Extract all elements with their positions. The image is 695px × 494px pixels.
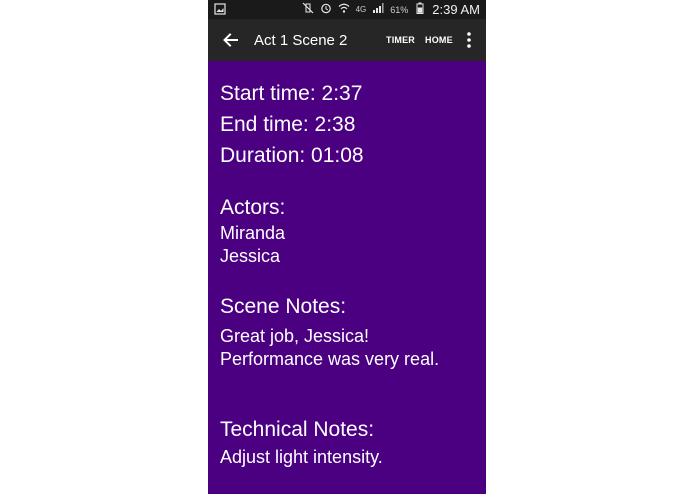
- clock: 2:39 AM: [432, 2, 480, 17]
- actor-item: Miranda: [220, 223, 286, 243]
- scene-notes-heading: Scene Notes:: [220, 295, 347, 318]
- page-title: Act 1 Scene 2: [254, 32, 348, 49]
- overflow-menu-icon[interactable]: [465, 31, 473, 49]
- wifi-icon: [338, 2, 350, 17]
- start-time: Start time: 2:37: [220, 82, 363, 105]
- battery-percent: 61%: [390, 4, 409, 15]
- scene-notes-line: Great job, Jessica!: [220, 326, 370, 346]
- status-bar: 4G 61% 2:39 AM: [208, 0, 486, 19]
- app-bar: Act 1 Scene 2 TIMER HOME: [208, 19, 486, 61]
- scene-details: Start time: 2:37 End time: 2:38 Duration…: [220, 78, 439, 469]
- technical-notes-heading: Technical Notes:: [220, 418, 375, 441]
- technical-notes-line: Adjust light intensity.: [220, 447, 383, 467]
- phone-screen: 4G 61% 2:39 AM Act 1 Scene 2 TIMER HOME …: [208, 0, 486, 494]
- home-button[interactable]: HOME: [425, 35, 453, 45]
- network-type-label: 4G: [355, 5, 367, 14]
- image-notification-icon: [214, 3, 226, 18]
- actor-item: Jessica: [220, 246, 281, 266]
- actors-heading: Actors:: [220, 196, 286, 219]
- timer-button[interactable]: TIMER: [386, 35, 415, 45]
- battery-icon: [414, 2, 426, 17]
- scene-notes-line: Performance was very real.: [220, 349, 440, 369]
- alarm-icon: [320, 2, 332, 17]
- back-arrow-icon[interactable]: [220, 29, 242, 51]
- vibrate-mute-icon: [302, 2, 314, 17]
- end-time: End time: 2:38: [220, 113, 356, 136]
- duration: Duration: 01:08: [220, 144, 364, 167]
- signal-icon: [372, 2, 384, 17]
